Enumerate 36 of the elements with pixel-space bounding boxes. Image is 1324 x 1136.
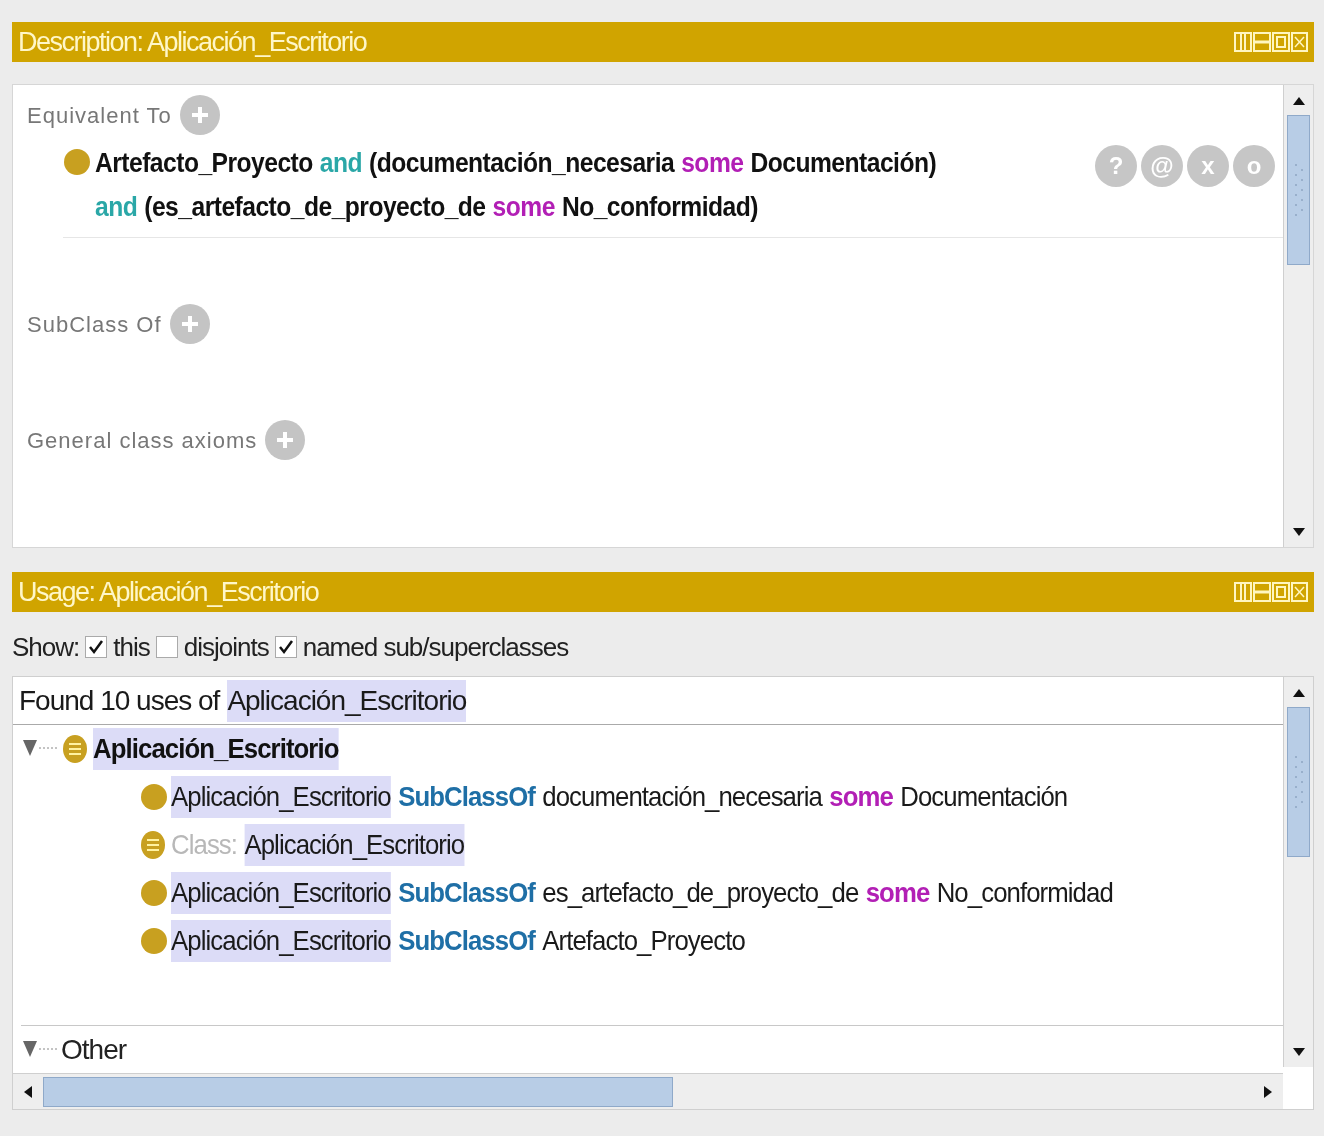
entity-name: Aplicación_Escritorio <box>227 679 467 722</box>
class-expression: Documentación) <box>750 146 937 180</box>
filter-checkbox[interactable]: this <box>79 627 150 667</box>
panel-title: Usage: Aplicación_Escritorio <box>18 575 319 609</box>
filter-checkbox[interactable]: named sub/superclasses <box>268 627 569 667</box>
scroll-thumb[interactable] <box>1287 707 1310 857</box>
scroll-thumb[interactable] <box>1287 115 1310 265</box>
filter-checkbox[interactable]: disjoints <box>149 627 269 667</box>
section-label: General class axioms <box>27 426 258 455</box>
section-label: Equivalent To <box>27 101 172 130</box>
axiom-dot-icon <box>139 781 169 813</box>
class-icon <box>139 829 167 861</box>
section-label: SubClass Of <box>27 310 162 339</box>
tree-row[interactable]: Aplicación_Escritorio SubClassOf Artefacto_Proyecto <box>171 920 745 962</box>
tree-row[interactable]: Aplicación_Escritorio SubClassOf documentación_necesaria some Documentación <box>171 776 1068 818</box>
keyword: and <box>319 146 363 180</box>
summary-text: Found 10 uses of <box>19 683 220 718</box>
keyword: some <box>492 190 555 224</box>
class-dot-icon <box>63 147 91 177</box>
axiom-dot-icon <box>139 925 169 957</box>
tree-row[interactable]: Aplicación_Escritorio SubClassOf es_artefacto_de_proyecto_de some No_conformidad <box>171 872 1113 914</box>
class-expression: No_conformidad) <box>561 190 758 224</box>
class-expression: (documentación_necesaria <box>369 146 675 180</box>
scroll-thumb[interactable] <box>43 1076 673 1107</box>
tree-node-label[interactable]: Other <box>61 1028 127 1071</box>
tree-node-label[interactable]: Aplicación_Escritorio <box>93 728 339 770</box>
class-expression: (es_artefacto_de_proyecto_de <box>144 190 486 224</box>
show-label: Show: <box>12 630 80 664</box>
class-icon <box>61 733 89 765</box>
axiom-dot-icon <box>139 877 169 909</box>
check-icon <box>88 639 105 655</box>
keyword: and <box>95 190 138 224</box>
class-expression: Artefacto_Proyecto <box>95 146 313 180</box>
keyword: some <box>681 146 744 180</box>
check-icon <box>277 639 294 655</box>
panel-title: Description: Aplicación_Escritorio <box>18 25 367 59</box>
